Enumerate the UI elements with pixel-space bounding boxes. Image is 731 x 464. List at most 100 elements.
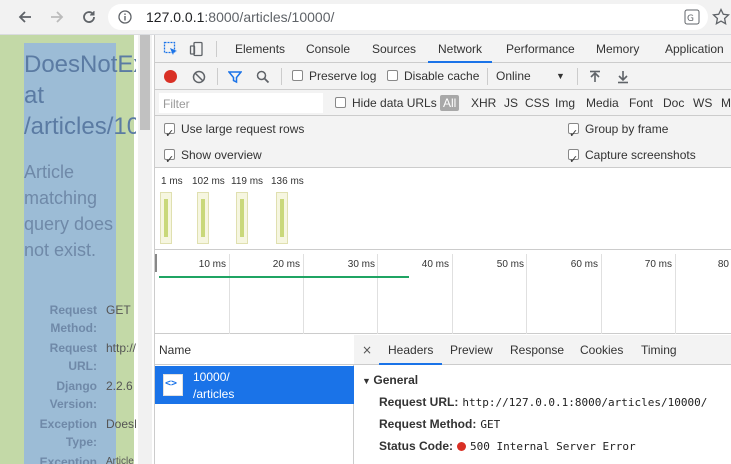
general-section-toggle[interactable]: ▼ General <box>362 373 418 387</box>
filter-type-css[interactable]: CSS <box>525 90 550 116</box>
filmstrip-frame[interactable] <box>276 192 288 244</box>
detail-tabbar: × Headers Preview Response Cookies Timin… <box>354 335 731 365</box>
group-by-frame-label: Group by frame <box>585 122 669 136</box>
meta-key: Django Version: <box>49 379 97 411</box>
checkbox-icon <box>292 70 303 81</box>
device-toolbar-icon[interactable] <box>189 41 205 57</box>
throttling-value: Online <box>496 69 531 83</box>
hide-data-urls-label: Hide data URLs <box>352 96 437 110</box>
checkbox-icon <box>335 97 346 108</box>
timeline-selection-handle[interactable] <box>155 254 157 272</box>
large-rows-checkbox[interactable]: Use large request rows <box>164 116 304 147</box>
close-details-icon[interactable]: × <box>362 335 372 365</box>
filter-type-media[interactable]: Media <box>586 90 619 116</box>
request-row[interactable]: 10000/ /articles <box>155 366 354 404</box>
filter-type-img[interactable]: Img <box>555 90 575 116</box>
status-error-icon <box>457 442 467 451</box>
timeline-tick-label: 20 ms <box>272 259 300 270</box>
capture-screenshots-checkbox[interactable]: Capture screenshots <box>568 142 696 173</box>
document-icon <box>163 374 183 396</box>
timeline-gridline <box>675 254 676 334</box>
filmstrip-frame[interactable] <box>160 192 172 244</box>
group-by-frame-checkbox[interactable]: Group by frame <box>568 116 669 147</box>
back-button[interactable] <box>14 6 36 28</box>
network-settings: Use large request rows Show overview Gro… <box>155 116 731 173</box>
meta-row: Exception Article <box>24 453 154 464</box>
header-value: http://127.0.0.1:8000/articles/10000/ <box>462 396 708 409</box>
toolbar-divider <box>217 68 218 85</box>
timeline-gridline <box>526 254 527 334</box>
request-path: 10000/ <box>193 370 230 384</box>
filter-type-doc[interactable]: Doc <box>663 90 684 116</box>
tab-performance[interactable]: Performance <box>506 35 575 63</box>
checkbox-checked-icon <box>164 147 175 173</box>
filmstrip-frame[interactable] <box>197 192 209 244</box>
filter-icon[interactable] <box>227 70 243 84</box>
request-list: Name 10000/ /articles <box>155 335 354 464</box>
filter-input[interactable]: Filter <box>159 93 323 113</box>
meta-row: Request Method: GET <box>24 301 154 337</box>
tab-cookies[interactable]: Cookies <box>580 335 623 365</box>
tab-application[interactable]: Application <box>665 35 724 63</box>
bookmark-star-icon[interactable] <box>712 7 730 26</box>
tab-response[interactable]: Response <box>510 335 564 365</box>
preserve-log-checkbox[interactable]: Preserve log <box>292 63 376 90</box>
hide-data-urls-checkbox[interactable]: Hide data URLs <box>335 90 437 116</box>
clear-icon[interactable] <box>192 70 206 84</box>
reload-icon <box>83 11 95 23</box>
record-icon[interactable] <box>164 70 177 83</box>
header-row: Request Method: GET <box>379 417 500 435</box>
translate-icon[interactable]: G <box>684 9 700 25</box>
throttling-select[interactable]: Online ▼ <box>496 63 566 90</box>
filter-type-ws[interactable]: WS <box>693 90 712 116</box>
tab-memory[interactable]: Memory <box>596 35 639 63</box>
error-description: Article matching query does not exist. <box>24 162 114 260</box>
show-overview-label: Show overview <box>181 148 262 162</box>
tab-timing[interactable]: Timing <box>641 335 677 365</box>
tab-headers[interactable]: Headers <box>379 335 443 365</box>
error-title: DoesNotExist at /articles/10000/ <box>24 49 144 142</box>
tab-sources[interactable]: Sources <box>372 35 416 63</box>
import-har-icon[interactable] <box>588 70 602 84</box>
tab-network[interactable]: Network <box>428 35 493 63</box>
tab-elements[interactable]: Elements <box>235 35 285 63</box>
header-key: Status Code: <box>379 439 454 453</box>
address-bar[interactable]: 127.0.0.1:8000/articles/10000/ <box>108 4 708 30</box>
filmstrip-frame[interactable] <box>236 192 248 244</box>
forward-button[interactable] <box>46 6 68 28</box>
meta-row: Django Version: 2.2.6 <box>24 377 154 413</box>
meta-key: Request URL: <box>49 341 97 373</box>
timeline-tick-label: 60 ms <box>570 259 598 270</box>
filmstrip-time-label: 102 ms <box>192 176 225 187</box>
url-text: 127.0.0.1:8000/articles/10000/ <box>146 9 335 25</box>
filter-bar: Filter Hide data URLs All XHR JS CSS Img… <box>155 90 731 116</box>
timeline-tick-label: 70 ms <box>644 259 672 270</box>
name-column-header[interactable]: Name <box>155 335 354 365</box>
filmstrip-time-label: 136 ms <box>271 176 304 187</box>
filter-type-manifest[interactable]: M <box>721 90 731 116</box>
preserve-log-label: Preserve log <box>309 69 377 83</box>
toolbar-divider <box>487 68 488 85</box>
info-icon[interactable] <box>118 10 132 24</box>
request-name: 10000/ /articles <box>193 369 234 403</box>
filter-type-font[interactable]: Font <box>629 90 653 116</box>
forward-arrow-icon <box>51 11 64 23</box>
disable-cache-checkbox[interactable]: Disable cache <box>387 63 479 90</box>
tab-console[interactable]: Console <box>306 35 350 63</box>
tab-preview[interactable]: Preview <box>450 335 493 365</box>
filter-type-js[interactable]: JS <box>504 90 518 116</box>
filter-type-xhr[interactable]: XHR <box>471 90 496 116</box>
inspect-element-icon[interactable] <box>163 41 179 57</box>
export-har-icon[interactable] <box>616 70 630 84</box>
header-key: Request Method: <box>379 417 477 431</box>
dropdown-caret-icon: ▼ <box>556 71 565 81</box>
timeline-overview[interactable]: 10 ms 20 ms 30 ms 40 ms 50 ms 60 ms 70 m… <box>155 250 731 334</box>
devtools-panel: Elements Console Sources Network Perform… <box>154 35 731 464</box>
show-overview-checkbox[interactable]: Show overview <box>164 142 262 173</box>
search-icon[interactable] <box>256 70 270 84</box>
reload-button[interactable] <box>78 6 100 28</box>
disable-cache-label: Disable cache <box>404 69 480 83</box>
timeline-tick-label: 80 <box>717 259 729 270</box>
filter-type-all[interactable]: All <box>440 95 460 111</box>
meta-value: http://127.0.0.1:8000/articles/10000/ <box>106 341 136 355</box>
